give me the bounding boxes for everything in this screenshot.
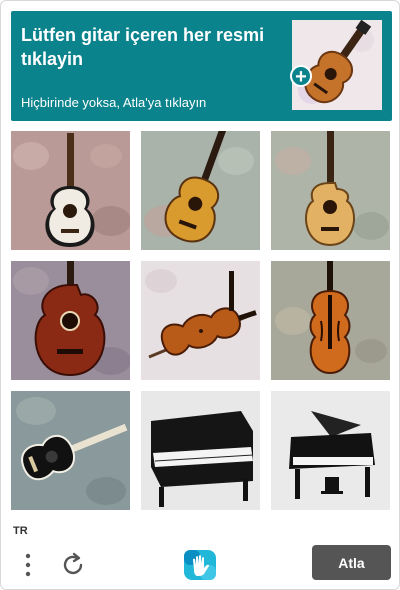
image-tile-5[interactable] [141,261,260,380]
image-tile-2[interactable] [141,131,260,250]
image-tile-3[interactable] [271,131,390,250]
refresh-icon[interactable] [59,551,87,579]
more-vertical-icon[interactable] [19,551,37,579]
image-tile-7[interactable] [11,391,130,510]
captcha-widget: Lütfen gitar içeren her resmi tıklayin H… [0,0,400,590]
image-tile-4[interactable] [11,261,130,380]
language-indicator[interactable]: TR [13,525,28,537]
challenge-title: Lütfen gitar içeren her resmi tıklayin [21,25,265,69]
plus-icon: + [290,65,312,87]
image-tile-9[interactable] [271,391,390,510]
image-tile-1[interactable] [11,131,130,250]
challenge-header: Lütfen gitar içeren her resmi tıklayin H… [11,11,392,121]
image-tile-6[interactable] [271,261,390,380]
skip-button[interactable]: Atla [312,545,391,580]
challenge-subtitle: Hiçbirinde yoksa, Atla'ya tıklayın [21,95,207,110]
hcaptcha-logo-icon[interactable] [182,548,218,582]
image-tile-8[interactable] [141,391,260,510]
